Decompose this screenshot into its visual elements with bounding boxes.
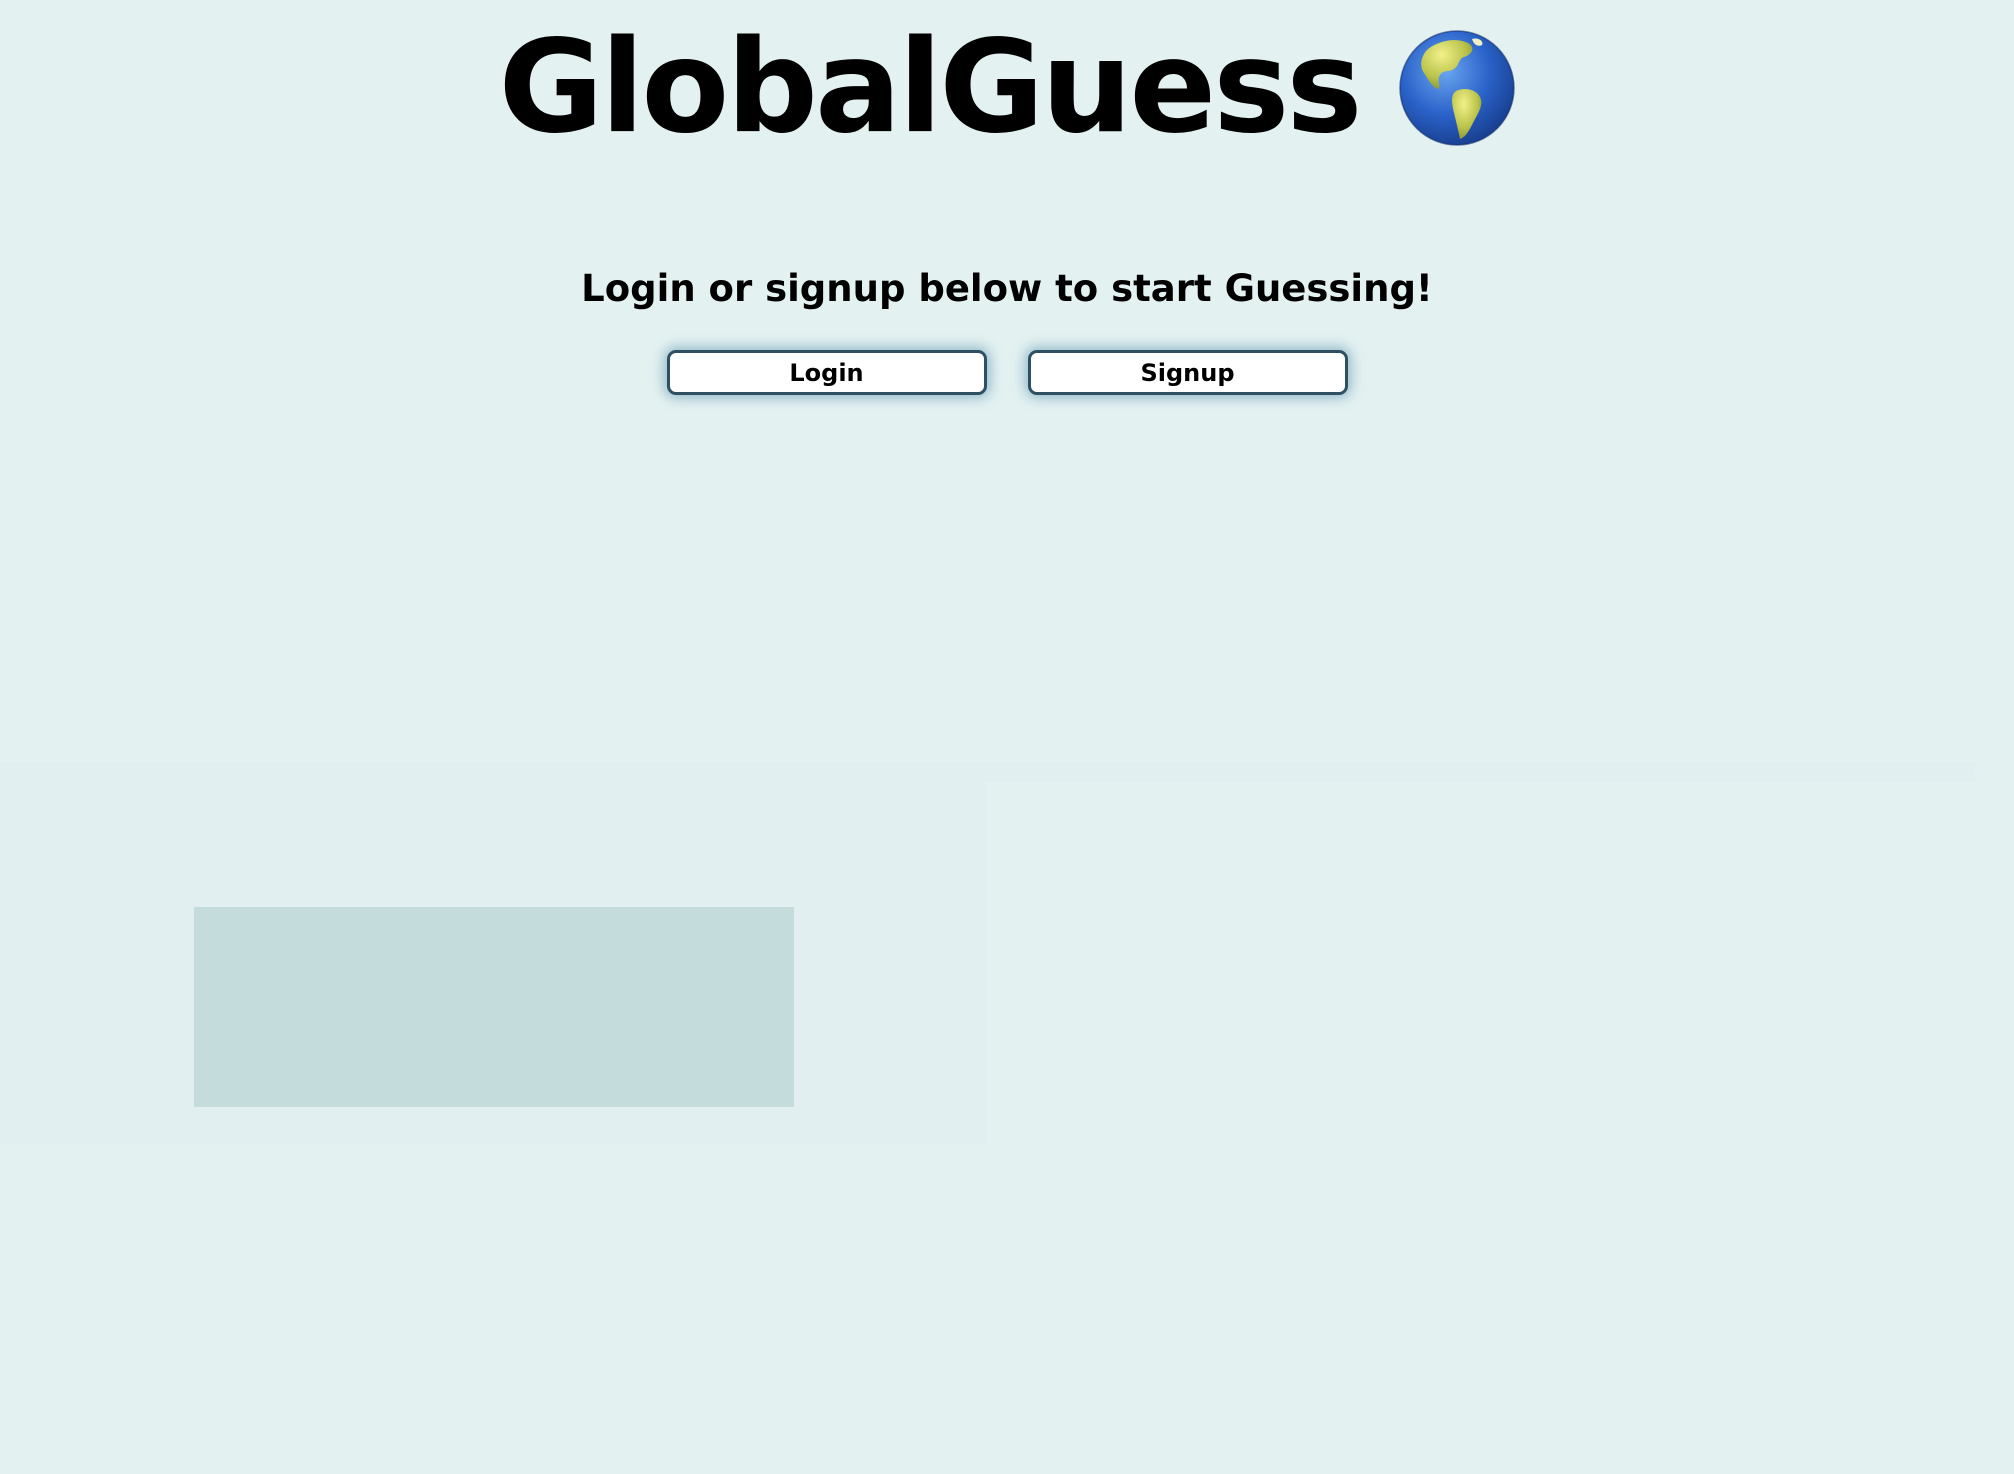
app-title: GlobalGuess	[498, 13, 1362, 162]
login-button[interactable]: Login	[666, 350, 987, 395]
placeholder-box	[194, 907, 794, 1107]
globe-americas-icon	[1398, 29, 1516, 147]
tagline: Login or signup below to start Guessing!	[581, 267, 1433, 310]
signup-button[interactable]: Signup	[1027, 350, 1348, 395]
header: GlobalGuess	[0, 18, 2014, 158]
auth-buttons: Login Signup	[0, 350, 2014, 395]
background-panel-edge	[985, 762, 1975, 782]
